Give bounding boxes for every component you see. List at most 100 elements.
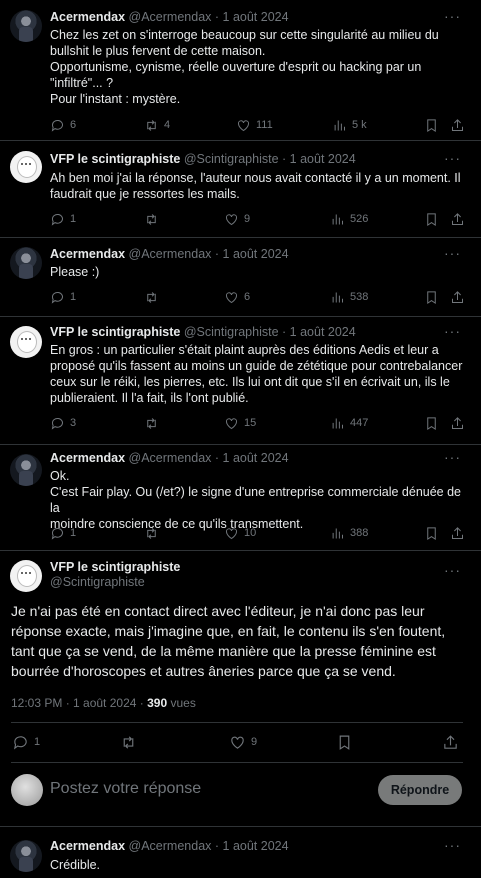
author-name[interactable]: VFP le scintigraphiste: [50, 325, 180, 339]
share-icon: [452, 416, 463, 429]
avatar[interactable]: [10, 560, 42, 592]
timestamp[interactable]: 12:03 PM · 1 août 2024 ·: [11, 696, 147, 710]
like-button[interactable]: 9: [224, 211, 250, 227]
author-handle[interactable]: @Scintigraphiste: [50, 575, 180, 590]
views-button[interactable]: 447: [330, 415, 368, 431]
tweet-actions: 1 6 538: [50, 289, 466, 305]
reply-button[interactable]: 1: [50, 289, 76, 305]
share-button[interactable]: [450, 525, 465, 541]
like-button[interactable]: 9: [229, 734, 257, 750]
author-handle[interactable]: @Acermendax: [129, 451, 212, 465]
views-button[interactable]: 526: [330, 211, 368, 227]
retweet-button[interactable]: [120, 734, 137, 750]
bookmark-button[interactable]: [424, 117, 439, 133]
share-button[interactable]: [442, 734, 459, 750]
author-name[interactable]: Acermendax: [50, 839, 125, 853]
reply-input[interactable]: Postez votre réponse: [50, 780, 201, 798]
tweet[interactable]: Acermendax @Acermendax · 1 août 2024 ···…: [0, 0, 481, 140]
avatar[interactable]: [10, 247, 42, 279]
bookmark-button[interactable]: [336, 734, 353, 750]
avatar[interactable]: [10, 840, 42, 872]
views-button[interactable]: 5 k: [332, 117, 367, 133]
retweet-button[interactable]: 4: [144, 117, 170, 133]
view-count: 388: [350, 527, 369, 539]
view-count: 526: [350, 213, 369, 225]
tweet[interactable]: Acermendax @Acermendax · 1 août 2024 ···…: [0, 827, 481, 878]
author-name[interactable]: Acermendax: [50, 247, 125, 261]
reply-icon: [51, 119, 63, 132]
avatar[interactable]: [10, 10, 42, 42]
like-button[interactable]: 15: [224, 415, 256, 431]
more-options-icon[interactable]: ···: [444, 449, 461, 465]
bookmark-button[interactable]: [424, 289, 439, 305]
bar-chart-icon: [334, 120, 345, 130]
view-count: 447: [350, 417, 369, 429]
more-options-icon[interactable]: ···: [444, 323, 461, 339]
text-line: Je n'ai pas été en contact direct avec l…: [11, 603, 425, 619]
reply-button[interactable]: 6: [50, 117, 76, 133]
author-handle[interactable]: @Acermendax: [129, 247, 212, 261]
like-count: 10: [244, 527, 257, 539]
author-handle[interactable]: @Scintigraphiste: [184, 152, 279, 166]
retweet-button[interactable]: [144, 289, 164, 305]
reply-button[interactable]: 1: [50, 525, 76, 541]
retweet-button[interactable]: [144, 211, 164, 227]
retweet-button[interactable]: [144, 415, 164, 431]
like-button[interactable]: 111: [236, 117, 273, 133]
bookmark-icon: [427, 290, 436, 304]
bar-chart-icon: [332, 214, 343, 224]
like-count: 6: [244, 291, 251, 303]
retweet-button[interactable]: [144, 525, 164, 541]
author-name[interactable]: Acermendax: [50, 10, 125, 24]
tweet-date[interactable]: · 1 août 2024: [282, 152, 356, 166]
more-options-icon[interactable]: ···: [444, 245, 461, 261]
share-icon: [452, 290, 463, 303]
share-icon: [452, 526, 463, 539]
more-options-icon[interactable]: ···: [444, 562, 461, 578]
tweet[interactable]: VFP le scintigraphiste @Scintigraphiste …: [0, 317, 481, 444]
bookmark-icon: [427, 526, 436, 540]
share-button[interactable]: [450, 211, 465, 227]
bookmark-button[interactable]: [424, 415, 439, 431]
views-label: vues: [170, 696, 196, 710]
tweet[interactable]: Acermendax @Acermendax · 1 août 2024 ···…: [0, 445, 481, 550]
share-button[interactable]: [450, 117, 465, 133]
reply-button[interactable]: 3: [50, 415, 76, 431]
author-handle[interactable]: @Acermendax: [129, 839, 212, 853]
share-button[interactable]: [450, 289, 465, 305]
reply-button[interactable]: 1: [50, 211, 76, 227]
more-options-icon[interactable]: ···: [444, 837, 461, 853]
text-line: Please :): [50, 265, 100, 279]
more-options-icon[interactable]: ···: [444, 8, 461, 24]
author-name[interactable]: VFP le scintigraphiste: [50, 560, 180, 575]
bookmark-button[interactable]: [424, 211, 439, 227]
tweet[interactable]: VFP le scintigraphiste @Scintigraphiste …: [0, 141, 481, 237]
tweet-date[interactable]: · 1 août 2024: [215, 10, 289, 24]
share-button[interactable]: [450, 415, 465, 431]
tweet-header: Acermendax @Acermendax · 1 août 2024: [50, 451, 289, 466]
author-handle[interactable]: @Scintigraphiste: [184, 325, 279, 339]
tweet[interactable]: Acermendax @Acermendax · 1 août 2024 ···…: [0, 238, 481, 316]
avatar[interactable]: [10, 326, 42, 358]
views-button[interactable]: 388: [330, 525, 368, 541]
tweet-date[interactable]: · 1 août 2024: [215, 839, 289, 853]
text-line: Ah ben moi j'ai la réponse, l'auteur nou…: [50, 171, 461, 185]
tweet-date[interactable]: · 1 août 2024: [215, 247, 289, 261]
author-name[interactable]: Acermendax: [50, 451, 125, 465]
tweet-date[interactable]: · 1 août 2024: [215, 451, 289, 465]
reply-button[interactable]: 1: [12, 734, 40, 750]
avatar[interactable]: [10, 454, 42, 486]
views-button[interactable]: 538: [330, 289, 368, 305]
like-button[interactable]: 6: [224, 289, 250, 305]
reply-submit-button[interactable]: Répondre: [378, 775, 462, 805]
tweet-date[interactable]: · 1 août 2024: [282, 325, 356, 339]
like-button[interactable]: 10: [224, 525, 256, 541]
author-name[interactable]: VFP le scintigraphiste: [50, 152, 180, 166]
author-handle[interactable]: @Acermendax: [129, 10, 212, 24]
tweet-header: Acermendax @Acermendax · 1 août 2024: [50, 247, 289, 262]
bookmark-button[interactable]: [424, 525, 439, 541]
avatar[interactable]: [10, 151, 42, 183]
heart-icon: [226, 417, 237, 429]
tweet-actions: 1 10 388: [50, 525, 466, 541]
more-options-icon[interactable]: ···: [444, 150, 461, 166]
